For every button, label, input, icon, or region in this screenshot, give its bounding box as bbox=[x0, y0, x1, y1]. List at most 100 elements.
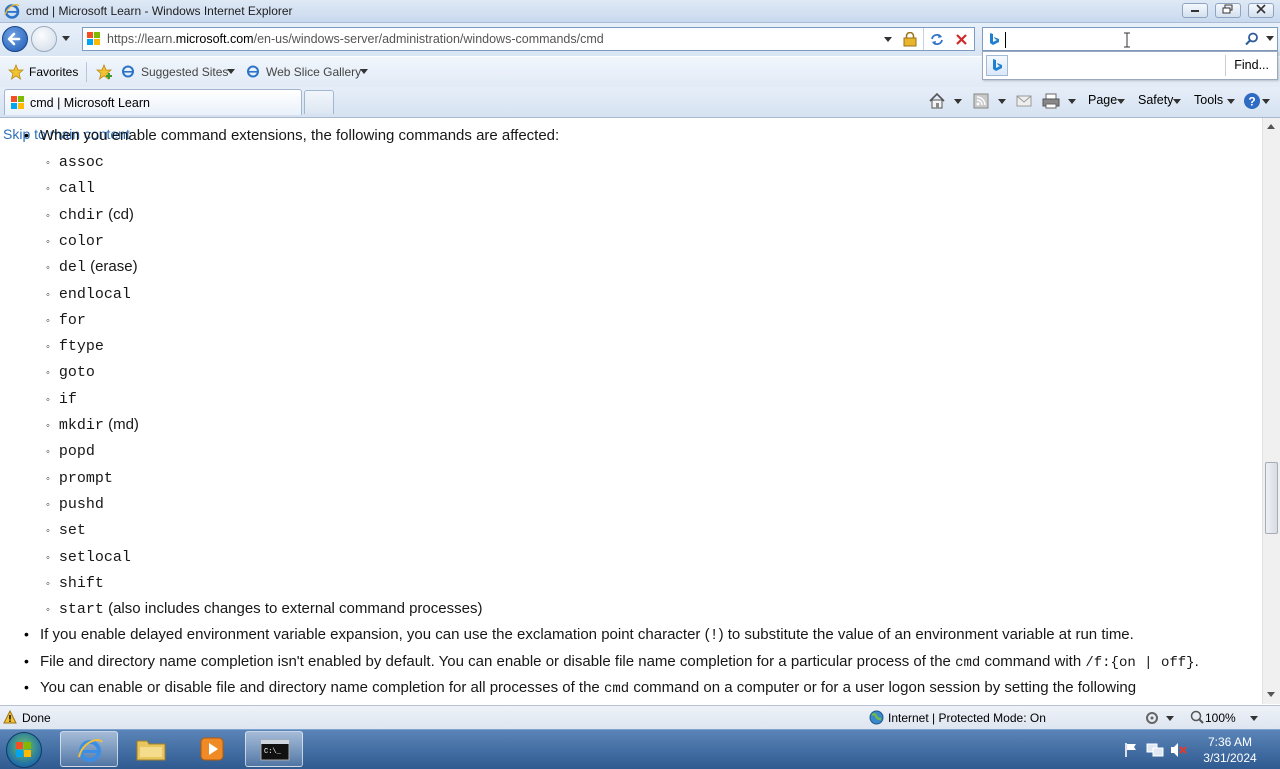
chevron-down-icon[interactable] bbox=[1117, 99, 1125, 105]
chevron-down-icon[interactable] bbox=[360, 69, 368, 75]
divider bbox=[86, 62, 87, 82]
new-tab-button[interactable] bbox=[304, 90, 334, 114]
taskbar-media-player[interactable] bbox=[183, 731, 241, 767]
command-code: del bbox=[58, 259, 86, 276]
tab-cmd-microsoft-learn[interactable]: cmd | Microsoft Learn bbox=[4, 89, 302, 115]
print-icon[interactable] bbox=[1042, 93, 1060, 109]
chevron-down-icon[interactable] bbox=[1068, 99, 1076, 105]
chevron-down-icon[interactable] bbox=[998, 99, 1006, 105]
lock-icon[interactable] bbox=[903, 32, 917, 47]
search-box[interactable] bbox=[982, 27, 1278, 51]
taskbar-internet-explorer[interactable] bbox=[60, 731, 118, 767]
address-dropdown-icon[interactable] bbox=[883, 36, 893, 44]
intro-text: When you enable command extensions, the … bbox=[40, 127, 560, 144]
minimize-button[interactable] bbox=[1182, 3, 1208, 18]
url-text[interactable]: https://learn.microsoft.com/en-us/window… bbox=[107, 32, 604, 46]
sub-bullet: ◦ bbox=[46, 183, 50, 195]
action-center-flag-icon[interactable] bbox=[1124, 742, 1138, 758]
tools-menu[interactable]: Tools bbox=[1194, 93, 1223, 107]
chevron-down-icon[interactable] bbox=[1262, 99, 1270, 105]
security-zone[interactable]: Internet | Protected Mode: On bbox=[888, 711, 1046, 725]
internet-explorer-icon bbox=[247, 65, 259, 78]
status-bar: Done Internet | Protected Mode: On 100% bbox=[0, 705, 1280, 730]
zoom-level[interactable]: 100% bbox=[1205, 711, 1236, 725]
window-title: cmd | Microsoft Learn - Windows Internet… bbox=[26, 4, 293, 18]
chevron-down-icon[interactable] bbox=[1173, 99, 1181, 105]
completion-all-processes-text: You can enable or disable file and direc… bbox=[40, 679, 1137, 697]
refresh-icon[interactable] bbox=[929, 32, 945, 47]
favorites-button[interactable]: Favorites bbox=[29, 65, 78, 79]
chevron-down-icon[interactable] bbox=[1250, 716, 1258, 722]
command-list-item: ◦ set bbox=[46, 521, 86, 539]
scrollbar-thumb[interactable] bbox=[1265, 462, 1278, 534]
sub-bullet: ◦ bbox=[46, 394, 50, 406]
command-code: color bbox=[58, 233, 104, 250]
back-arrow-icon bbox=[7, 32, 21, 46]
system-clock[interactable]: 7:36 AM 3/31/2024 bbox=[1200, 734, 1260, 766]
forward-button[interactable] bbox=[31, 26, 57, 52]
command-list-item: ◦ for bbox=[46, 311, 86, 329]
bing-provider-button[interactable] bbox=[986, 55, 1008, 76]
command-code: start bbox=[58, 601, 104, 618]
sub-bullet: ◦ bbox=[46, 367, 50, 379]
sub-bullet: ◦ bbox=[46, 578, 50, 590]
page-menu[interactable]: Page bbox=[1088, 93, 1117, 107]
address-bar[interactable]: https://learn.microsoft.com/en-us/window… bbox=[82, 27, 975, 51]
command-prompt-icon: C:\_ bbox=[260, 739, 290, 761]
sub-bullet: ◦ bbox=[46, 289, 50, 301]
web-slice-gallery-link[interactable]: Web Slice Gallery bbox=[266, 65, 361, 79]
network-icon[interactable] bbox=[1146, 742, 1164, 758]
recent-pages-dropdown-icon[interactable] bbox=[61, 35, 71, 43]
scroll-down-icon[interactable] bbox=[1267, 692, 1275, 698]
back-button[interactable] bbox=[2, 26, 28, 52]
warning-icon bbox=[3, 710, 17, 724]
zoom-icon[interactable] bbox=[1190, 710, 1204, 724]
command-list-item: ◦ assoc bbox=[46, 153, 104, 171]
feeds-icon[interactable] bbox=[973, 93, 989, 109]
command-code: mkdir bbox=[58, 417, 104, 434]
bullet: • bbox=[24, 653, 29, 669]
suggested-sites-link[interactable]: Suggested Sites bbox=[141, 65, 228, 79]
search-input[interactable] bbox=[1005, 32, 1206, 48]
chevron-down-icon[interactable] bbox=[954, 99, 962, 105]
find-button[interactable]: Find... bbox=[1234, 58, 1269, 72]
sub-bullet: ◦ bbox=[46, 525, 50, 537]
command-note: (also includes changes to external comma… bbox=[103, 600, 483, 617]
help-icon[interactable]: ? bbox=[1243, 92, 1261, 110]
vertical-scrollbar[interactable] bbox=[1262, 118, 1280, 704]
bing-icon bbox=[990, 33, 999, 45]
svg-text:C:\_: C:\_ bbox=[264, 748, 282, 756]
name-completion-text: File and directory name completion isn't… bbox=[40, 653, 1199, 671]
folder-icon bbox=[136, 740, 166, 761]
bullet: • bbox=[24, 127, 29, 143]
volume-muted-icon[interactable] bbox=[1170, 742, 1188, 758]
command-list-item: ◦ del (erase) bbox=[46, 258, 138, 276]
taskbar-command-prompt[interactable]: C:\_ bbox=[245, 731, 303, 767]
chevron-down-icon[interactable] bbox=[1227, 99, 1235, 105]
taskbar-windows-explorer[interactable] bbox=[122, 731, 180, 767]
stop-icon[interactable] bbox=[955, 33, 968, 46]
safety-menu[interactable]: Safety bbox=[1138, 93, 1173, 107]
command-code: prompt bbox=[58, 470, 113, 487]
home-icon[interactable] bbox=[928, 92, 946, 109]
command-list-item: ◦ mkdir (md) bbox=[46, 416, 139, 434]
command-list-item: ◦ ftype bbox=[46, 337, 104, 355]
scroll-up-icon[interactable] bbox=[1267, 124, 1275, 130]
change-settings-icon[interactable] bbox=[1144, 710, 1160, 725]
sub-bullet: ◦ bbox=[46, 262, 50, 274]
restore-button[interactable] bbox=[1215, 3, 1241, 18]
start-button[interactable] bbox=[6, 732, 42, 768]
add-to-favorites-icon[interactable] bbox=[96, 64, 114, 80]
command-code: setlocal bbox=[58, 549, 131, 566]
restore-icon bbox=[1222, 4, 1233, 14]
command-list-item: ◦ endlocal bbox=[46, 285, 131, 303]
close-window-button[interactable] bbox=[1248, 3, 1274, 18]
chevron-down-icon[interactable] bbox=[227, 69, 235, 75]
bullet: • bbox=[24, 626, 29, 642]
text-cursor-icon bbox=[1124, 32, 1130, 48]
chevron-down-icon[interactable] bbox=[1166, 716, 1174, 722]
minimize-icon bbox=[1191, 10, 1199, 12]
search-dropdown-icon[interactable] bbox=[1266, 36, 1274, 42]
search-icon[interactable] bbox=[1245, 32, 1259, 46]
read-mail-icon[interactable] bbox=[1016, 95, 1032, 107]
